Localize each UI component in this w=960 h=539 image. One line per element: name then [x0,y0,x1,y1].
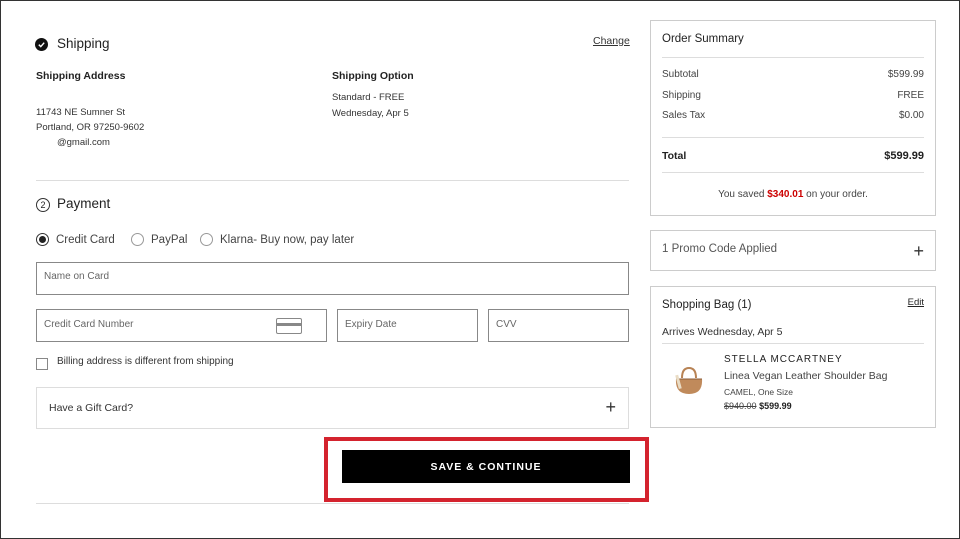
plus-icon[interactable]: + [913,242,924,260]
product-name[interactable]: Linea Vegan Leather Shoulder Bag [724,370,887,382]
radio-credit-card[interactable]: Credit Card [36,233,115,246]
radio-paypal[interactable]: PayPal [131,233,187,246]
klarna-label: Klarna- Buy now, pay later [220,233,355,246]
order-summary-card: Order Summary Subtotal $599.99 Shipping … [650,20,936,216]
edit-bag-link[interactable]: Edit [908,297,924,308]
radio-selected-icon[interactable] [36,233,49,246]
section-divider [36,180,629,181]
product-brand: STELLA MCCARTNEY [724,354,843,365]
shipping-address: 11743 NE Sumner St Portland, OR 97250-96… [36,105,144,150]
address-line-1: 11743 NE Sumner St [36,107,126,118]
cvv-placeholder: CVV [496,319,517,330]
expiry-placeholder: Expiry Date [345,319,397,330]
shopping-bag-card: Shopping Bag (1) Edit Arrives Wednesday,… [650,286,936,428]
radio-klarna[interactable]: Klarna- Buy now, pay later [200,233,354,246]
expiry-date-field[interactable]: Expiry Date [337,309,478,342]
name-on-card-placeholder: Name on Card [44,271,110,282]
shipping-method: Standard - FREE [332,92,405,103]
shipping-date: Wednesday, Apr 5 [332,108,409,119]
product-image[interactable] [672,366,706,396]
order-summary-title: Order Summary [662,33,744,45]
billing-address-label: Billing address is different from shippi… [57,356,234,367]
address-line-2: Portland, OR 97250-9602 [36,122,145,133]
saved-suffix: on your order. [806,189,868,200]
payment-title: Payment [57,196,111,211]
savings-message: You saved $340.01 on your order. [651,189,935,200]
promo-code-toggle[interactable]: 1 Promo Code Applied + [650,230,936,271]
shopping-bag-title: Shopping Bag (1) [662,299,752,311]
save-continue-button[interactable]: SAVE & CONTINUE [342,450,630,483]
original-price: $940.00 [724,401,757,411]
check-circle-icon [35,38,48,51]
sale-price: $599.99 [759,401,792,411]
promo-code-label: 1 Promo Code Applied [662,243,778,255]
subtotal-label: Subtotal [662,69,699,80]
card-number-field[interactable]: Credit Card Number [36,309,327,342]
summary-divider [662,57,924,58]
sales-tax-label: Sales Tax [662,110,706,121]
card-number-placeholder: Credit Card Number [44,319,134,330]
email-line: @gmail.com [57,137,110,148]
total-value: $599.99 [884,150,924,162]
radio-unselected-icon[interactable] [131,233,144,246]
radio-unselected-icon[interactable] [200,233,213,246]
gift-card-label: Have a Gift Card? [49,402,134,414]
shipping-option-label: Shipping Option [332,70,414,82]
shipping-cost-value: FREE [897,90,924,101]
shipping-cost-label: Shipping [662,90,701,101]
sales-tax-value: $0.00 [898,110,924,121]
arrival-date: Arrives Wednesday, Apr 5 [662,326,783,338]
plus-icon[interactable]: + [605,398,616,416]
bottom-divider [36,503,629,504]
product-price: $940.00 $599.99 [724,401,792,411]
shipping-title: Shipping [57,36,110,51]
change-shipping-link[interactable]: Change [593,35,630,47]
billing-address-checkbox[interactable] [36,358,48,370]
paypal-label: PayPal [151,233,188,246]
name-on-card-field[interactable]: Name on Card [36,262,629,295]
step-number: 2 [36,198,50,212]
subtotal-value: $599.99 [887,69,924,80]
summary-divider [662,172,924,173]
credit-card-icon [276,318,302,334]
product-variant: CAMEL, One Size [724,387,793,397]
gift-card-toggle[interactable]: Have a Gift Card? + [36,387,629,429]
shipping-option: Standard - FREE Wednesday, Apr 5 [332,90,409,122]
saved-amount: $340.01 [767,189,804,200]
summary-divider [662,137,924,138]
saved-prefix: You saved [718,189,765,200]
credit-card-label: Credit Card [56,233,115,246]
shipping-address-label: Shipping Address [36,70,126,82]
cvv-field[interactable]: CVV [488,309,629,342]
total-label: Total [662,150,687,162]
bag-divider [662,343,924,344]
